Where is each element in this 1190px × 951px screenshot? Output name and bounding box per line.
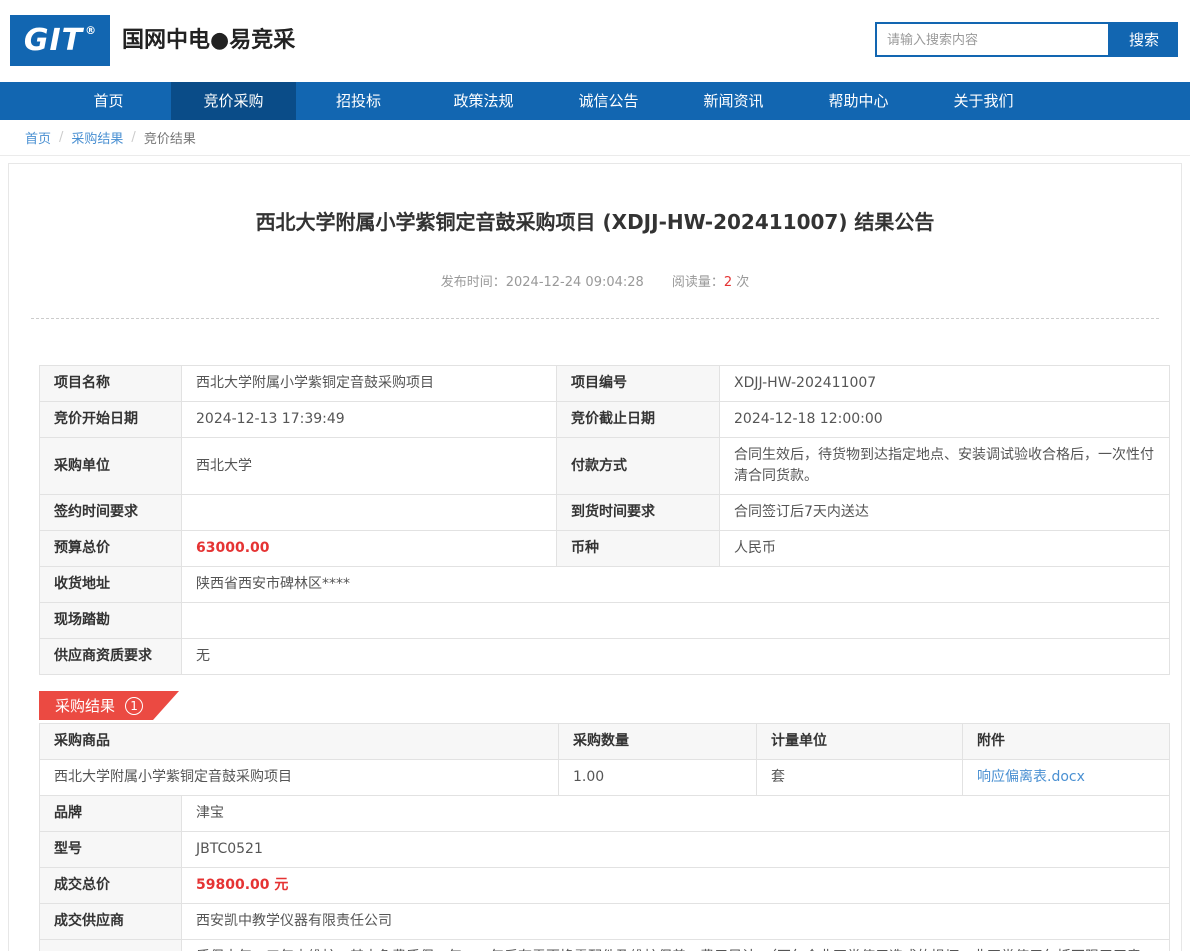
info-value-bid-start: 2024-12-13 17:39:49	[182, 402, 557, 438]
nav-item-home[interactable]: 首页	[46, 82, 171, 120]
info-value-currency: 人民币	[720, 531, 1170, 567]
result-section-header: 采购结果 1	[39, 691, 1151, 720]
breadcrumb-separator: /	[59, 130, 63, 145]
table-row: 采购单位 西北大学 付款方式 合同生效后，待货物到达指定地点、安装调试验收合格后…	[40, 438, 1170, 495]
table-row: 项目名称 西北大学附属小学紫铜定音鼓采购项目 项目编号 XDJJ-HW-2024…	[40, 366, 1170, 402]
table-row: 收货地址 陕西省西安市碑林区****	[40, 567, 1170, 603]
result-tag-label: 采购结果	[55, 695, 115, 716]
detail-label-winning-supplier: 成交供应商	[40, 904, 182, 940]
table-row: 签约时间要求 到货时间要求 合同签订后7天内送达	[40, 495, 1170, 531]
search-button[interactable]: 搜索	[1110, 22, 1178, 57]
detail-value-warranty-service: 质保十年，三年内维护，其中免费质保一年，一年后有需更换零配件及维护保养，费用另计…	[182, 940, 1170, 951]
col-header-quantity: 采购数量	[559, 724, 757, 760]
publish-time-value: 2024-12-24 09:04:28	[506, 275, 644, 290]
nav-item-policy[interactable]: 政策法规	[421, 82, 546, 120]
breadcrumb: 首页 / 采购结果 / 竞价结果	[0, 120, 1190, 156]
project-info-table: 项目名称 西北大学附属小学紫铜定音鼓采购项目 项目编号 XDJJ-HW-2024…	[39, 365, 1170, 675]
info-value-delivery-time: 合同签订后7天内送达	[720, 495, 1170, 531]
info-value-project-no: XDJJ-HW-202411007	[720, 366, 1170, 402]
info-value-payment: 合同生效后，待货物到达指定地点、安装调试验收合格后，一次性付清合同货款。	[720, 438, 1170, 495]
result-tag: 采购结果 1	[39, 691, 179, 720]
logo-text: GIT	[24, 23, 83, 58]
col-header-goods: 采购商品	[40, 724, 559, 760]
info-value-supplier-qualification: 无	[182, 639, 1170, 675]
table-row: 西北大学附属小学紫铜定音鼓采购项目 1.00 套 响应偏离表.docx	[40, 760, 1170, 796]
page-title: 西北大学附属小学紫铜定音鼓采购项目 (XDJJ-HW-202411007) 结果…	[49, 206, 1141, 235]
announcement-panel: 西北大学附属小学紫铜定音鼓采购项目 (XDJJ-HW-202411007) 结果…	[8, 163, 1182, 951]
table-row: 型号 JBTC0521	[40, 832, 1170, 868]
breadcrumb-current: 竞价结果	[144, 128, 196, 147]
info-label-currency: 币种	[557, 531, 720, 567]
nav-item-tender[interactable]: 招投标	[296, 82, 421, 120]
table-header-row: 采购商品 采购数量 计量单位 附件	[40, 724, 1170, 760]
table-row: 供应商资质要求 无	[40, 639, 1170, 675]
search-input[interactable]	[875, 22, 1110, 57]
info-label-site-survey: 现场踏勘	[40, 603, 182, 639]
detail-value-model: JBTC0521	[182, 832, 1170, 868]
nav-item-about-us[interactable]: 关于我们	[921, 82, 1046, 120]
col-header-attachment: 附件	[963, 724, 1170, 760]
publish-meta: 发布时间：2024-12-24 09:04:28 阅读量：2 次	[9, 271, 1181, 290]
info-label-delivery-address: 收货地址	[40, 567, 182, 603]
table-row: 品牌 津宝	[40, 796, 1170, 832]
detail-label-warranty-service: 质保及售后服务	[40, 940, 182, 951]
dashed-divider	[31, 318, 1159, 319]
views-label: 阅读量：	[672, 275, 724, 290]
item-unit: 套	[757, 760, 963, 796]
table-row: 预算总价 63000.00 币种 人民币	[40, 531, 1170, 567]
detail-value-winning-supplier: 西安凯中教学仪器有限责任公司	[182, 904, 1170, 940]
search-bar: 搜索	[875, 22, 1178, 57]
table-row: 竞价开始日期 2024-12-13 17:39:49 竞价截止日期 2024-1…	[40, 402, 1170, 438]
table-row: 成交供应商 西安凯中教学仪器有限责任公司	[40, 904, 1170, 940]
info-value-delivery-address: 陕西省西安市碑林区****	[182, 567, 1170, 603]
info-label-bid-end: 竞价截止日期	[557, 402, 720, 438]
detail-label-final-price: 成交总价	[40, 868, 182, 904]
breadcrumb-separator: /	[131, 130, 135, 145]
detail-value-final-price: 59800.00 元	[182, 868, 1170, 904]
nav-item-bidding-purchase[interactable]: 竞价采购	[171, 82, 296, 120]
publish-time-label: 发布时间：	[441, 275, 506, 290]
table-row: 现场踏勘	[40, 603, 1170, 639]
info-value-sign-time	[182, 495, 557, 531]
views-count: 2	[724, 275, 732, 290]
detail-label-brand: 品牌	[40, 796, 182, 832]
info-label-project-no: 项目编号	[557, 366, 720, 402]
breadcrumb-home[interactable]: 首页	[25, 128, 51, 147]
col-header-unit: 计量单位	[757, 724, 963, 760]
info-value-site-survey	[182, 603, 1170, 639]
main-nav: 首页 竞价采购 招投标 政策法规 诚信公告 新闻资讯 帮助中心 关于我们	[0, 82, 1190, 120]
info-label-purchaser: 采购单位	[40, 438, 182, 495]
nav-item-help-center[interactable]: 帮助中心	[796, 82, 921, 120]
site-header: GIT® 国网中电●易竞采 搜索	[0, 0, 1190, 82]
site-logo[interactable]: GIT®	[10, 15, 110, 66]
table-row: 质保及售后服务 质保十年，三年内维护，其中免费质保一年，一年后有需更换零配件及维…	[40, 940, 1170, 951]
nav-item-integrity-notice[interactable]: 诚信公告	[546, 82, 671, 120]
info-value-budget: 63000.00	[182, 531, 557, 567]
item-quantity: 1.00	[559, 760, 757, 796]
info-label-supplier-qualification: 供应商资质要求	[40, 639, 182, 675]
table-row: 成交总价 59800.00 元	[40, 868, 1170, 904]
nav-item-news[interactable]: 新闻资讯	[671, 82, 796, 120]
info-label-budget: 预算总价	[40, 531, 182, 567]
attachment-link[interactable]: 响应偏离表.docx	[977, 769, 1085, 785]
views-unit: 次	[736, 275, 749, 290]
info-label-payment: 付款方式	[557, 438, 720, 495]
registered-mark-icon: ®	[85, 24, 96, 37]
result-details-table: 品牌 津宝 型号 JBTC0521 成交总价 59800.00 元 成交供应商 …	[39, 795, 1170, 951]
info-label-sign-time: 签约时间要求	[40, 495, 182, 531]
detail-value-brand: 津宝	[182, 796, 1170, 832]
brand-title: 国网中电●易竞采	[122, 0, 295, 82]
result-items-table: 采购商品 采购数量 计量单位 附件 西北大学附属小学紫铜定音鼓采购项目 1.00…	[39, 723, 1170, 796]
info-label-bid-start: 竞价开始日期	[40, 402, 182, 438]
info-value-bid-end: 2024-12-18 12:00:00	[720, 402, 1170, 438]
info-label-project-name: 项目名称	[40, 366, 182, 402]
breadcrumb-purchase-results[interactable]: 采购结果	[71, 128, 123, 147]
info-label-delivery-time: 到货时间要求	[557, 495, 720, 531]
item-goods-name: 西北大学附属小学紫铜定音鼓采购项目	[40, 760, 559, 796]
info-value-project-name: 西北大学附属小学紫铜定音鼓采购项目	[182, 366, 557, 402]
info-value-purchaser: 西北大学	[182, 438, 557, 495]
circled-number-icon: 1	[125, 697, 143, 715]
detail-label-model: 型号	[40, 832, 182, 868]
